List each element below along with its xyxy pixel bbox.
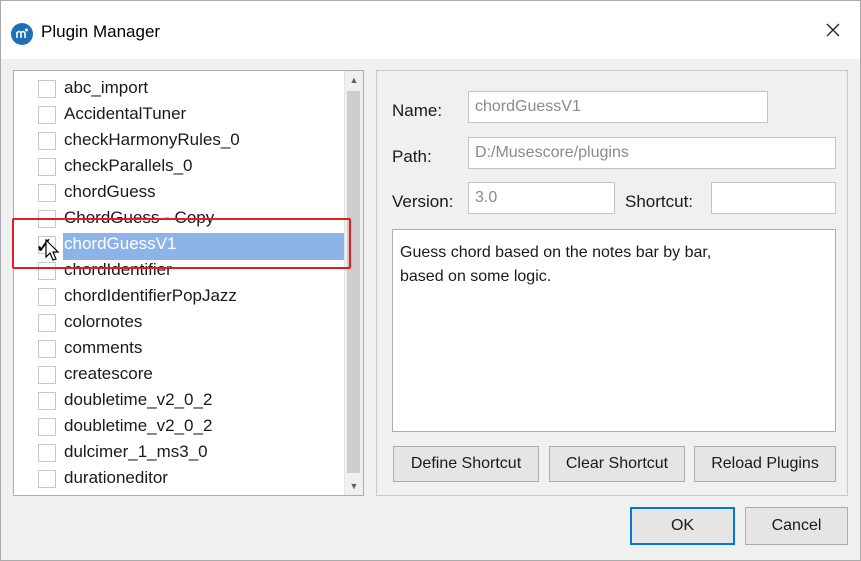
- list-item[interactable]: chordIdentifier: [14, 259, 345, 281]
- list-item[interactable]: chordGuess: [14, 181, 345, 203]
- close-button[interactable]: [818, 15, 848, 45]
- scroll-up-arrow-icon[interactable]: ▲: [345, 71, 363, 89]
- list-scrollbar[interactable]: ▲ ▼: [344, 71, 363, 495]
- plugin-checkbox[interactable]: [38, 418, 56, 436]
- list-item[interactable]: comments: [14, 337, 345, 359]
- scroll-down-arrow-icon[interactable]: ▼: [345, 477, 363, 495]
- name-field[interactable]: chordGuessV1: [468, 91, 768, 123]
- list-item[interactable]: createscore: [14, 363, 345, 385]
- plugin-label: colornotes: [64, 312, 143, 331]
- plugin-label: chordIdentifierPopJazz: [64, 286, 237, 305]
- plugin-label: ChordGuess - Copy: [64, 208, 215, 227]
- cancel-button[interactable]: Cancel: [745, 507, 848, 545]
- list-item[interactable]: chordIdentifierPopJazz: [14, 285, 345, 307]
- name-label: Name:: [392, 101, 443, 120]
- description-line: Guess chord based on the notes bar by ba…: [400, 244, 712, 261]
- list-item[interactable]: doubletime_v2_0_2: [14, 389, 345, 411]
- plugin-details-panel: Name: chordGuessV1 Path: D:/Musescore/pl…: [376, 70, 848, 496]
- reload-plugins-button[interactable]: Reload Plugins: [694, 446, 836, 482]
- plugin-checkbox[interactable]: [38, 80, 56, 98]
- close-icon: [826, 23, 840, 37]
- plugin-label: AccidentalTuner: [64, 104, 187, 123]
- plugin-label: dulcimer_1_ms3_0: [64, 442, 208, 461]
- description-line: based on some logic.: [400, 268, 552, 285]
- plugin-checkbox[interactable]: [38, 132, 56, 150]
- list-item[interactable]: doubletime_v2_0_2: [14, 415, 345, 437]
- checkmark-icon: ✓: [35, 233, 54, 258]
- define-shortcut-button[interactable]: Define Shortcut: [393, 446, 539, 482]
- list-item[interactable]: checkHarmonyRules_0: [14, 129, 345, 151]
- list-item[interactable]: durationeditor: [14, 467, 345, 489]
- list-item[interactable]: colornotes: [14, 311, 345, 333]
- plugin-label: doubletime_v2_0_2: [64, 390, 213, 409]
- plugin-label: durationeditor: [64, 468, 168, 487]
- clear-shortcut-button[interactable]: Clear Shortcut: [549, 446, 685, 482]
- list-item[interactable]: AccidentalTuner: [14, 103, 345, 125]
- plugin-label: abc_import: [64, 78, 149, 97]
- list-item-selected[interactable]: chordGuessV1: [14, 233, 345, 255]
- plugin-label: chordGuessV1: [64, 234, 177, 253]
- plugin-checkbox[interactable]: [38, 184, 56, 202]
- plugin-label: checkHarmonyRules_0: [64, 130, 240, 149]
- version-label: Version:: [392, 192, 454, 211]
- list-item[interactable]: ChordGuess - Copy: [14, 207, 345, 229]
- plugin-label: chordIdentifier: [64, 260, 172, 279]
- version-field[interactable]: 3.0: [468, 182, 615, 214]
- plugin-label: doubletime_v2_0_2: [64, 416, 213, 435]
- plugin-checkbox[interactable]: [38, 470, 56, 488]
- path-label: Path:: [392, 147, 432, 166]
- description-textarea[interactable]: Guess chord based on the notes bar by ba…: [392, 229, 836, 432]
- plugin-checkbox[interactable]: [38, 366, 56, 384]
- plugin-checkbox[interactable]: [38, 158, 56, 176]
- plugin-checkbox[interactable]: [38, 340, 56, 358]
- plugin-list[interactable]: abc_import AccidentalTuner checkHarmonyR…: [13, 70, 364, 496]
- plugin-checkbox[interactable]: [38, 392, 56, 410]
- plugin-label: comments: [64, 338, 143, 357]
- list-item[interactable]: checkParallels_0: [14, 155, 345, 177]
- shortcut-label: Shortcut:: [625, 192, 694, 211]
- plugin-manager-dialog: Plugin Manager abc_import AccidentalTune…: [0, 0, 861, 561]
- list-item[interactable]: abc_import: [14, 77, 345, 99]
- window-title: Plugin Manager: [41, 22, 161, 41]
- path-field[interactable]: D:/Musescore/plugins: [468, 137, 836, 169]
- list-item[interactable]: dulcimer_1_ms3_0: [14, 441, 345, 463]
- ok-button[interactable]: OK: [630, 507, 735, 545]
- plugin-checkbox[interactable]: [38, 314, 56, 332]
- plugin-checkbox[interactable]: [38, 210, 56, 228]
- plugin-label: checkParallels_0: [64, 156, 193, 175]
- musescore-logo-icon: [11, 23, 33, 45]
- plugin-checkbox[interactable]: [38, 262, 56, 280]
- plugin-label: chordGuess: [64, 182, 156, 201]
- scroll-thumb[interactable]: [347, 91, 360, 473]
- plugin-label: createscore: [64, 364, 153, 383]
- plugin-checkbox[interactable]: [38, 288, 56, 306]
- plugin-checkbox[interactable]: [38, 106, 56, 124]
- plugin-checkbox[interactable]: [38, 444, 56, 462]
- shortcut-field[interactable]: [711, 182, 836, 214]
- title-bar: Plugin Manager: [1, 1, 860, 59]
